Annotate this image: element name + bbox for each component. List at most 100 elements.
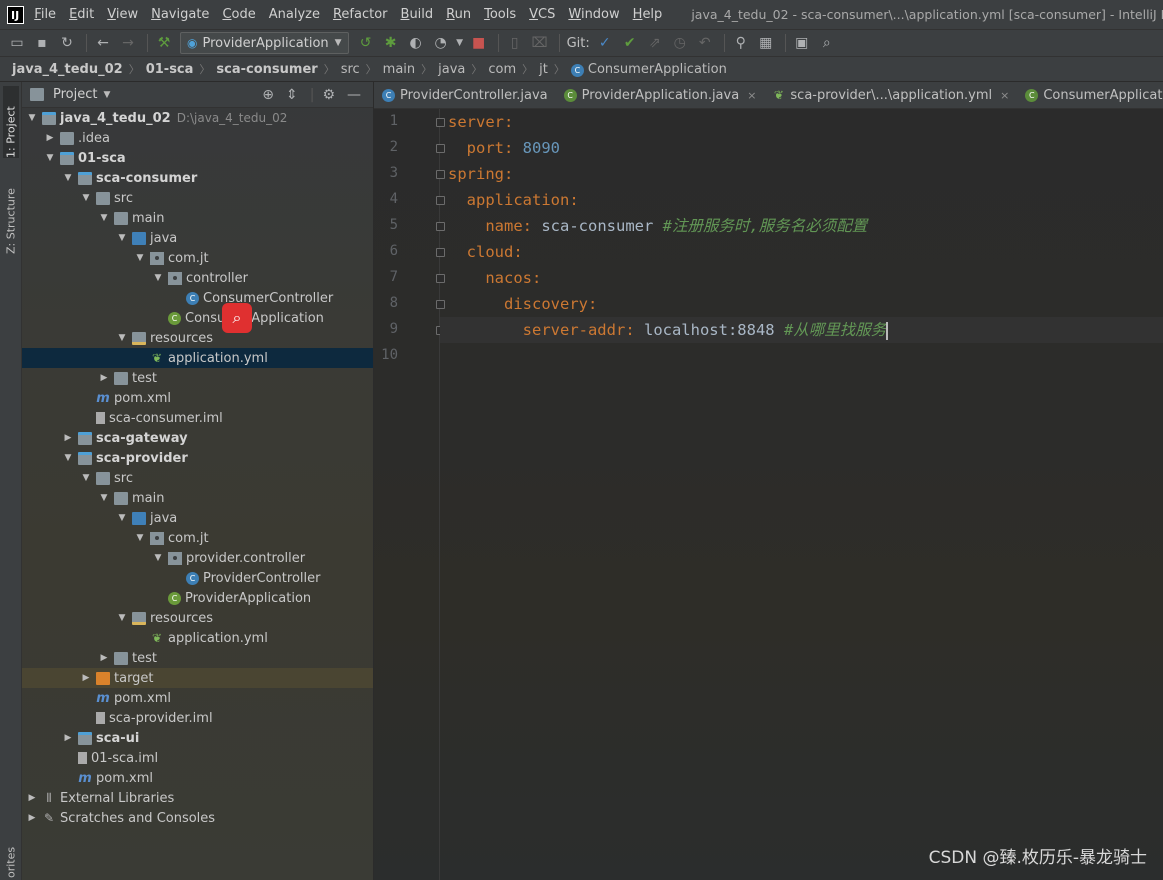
tree-item[interactable]: ▶ sca-gateway — [22, 428, 373, 448]
code-line[interactable]: cloud: — [448, 239, 523, 265]
git-commit-icon[interactable]: ✔ — [619, 33, 641, 53]
project-panel-title[interactable]: Project — [53, 87, 97, 102]
code-line[interactable]: port: 8090 — [448, 135, 560, 161]
expanded-arrow-icon[interactable]: ▼ — [80, 473, 92, 483]
collapsed-arrow-icon[interactable]: ▶ — [26, 793, 38, 803]
gear-icon[interactable]: ⚙ — [322, 87, 335, 103]
search-icon[interactable]: ⌕ — [816, 33, 838, 53]
sync-icon[interactable]: ↻ — [56, 33, 78, 53]
expanded-arrow-icon[interactable]: ▼ — [44, 153, 56, 163]
tree-item[interactable]: ▶mpom.xml — [22, 768, 373, 788]
collapsed-arrow-icon[interactable]: ▶ — [80, 673, 92, 683]
tree-item[interactable]: ▶ test — [22, 368, 373, 388]
tree-item[interactable]: ▶ ⫴ External Libraries — [22, 788, 373, 808]
favorites-tool-tab[interactable]: orites — [3, 842, 19, 878]
editor-tab[interactable]: C ProviderApplication.java × — [556, 82, 765, 108]
breadcrumb-current[interactable]: ConsumerApplication — [588, 62, 727, 77]
attach-debugger-icon[interactable]: ▯ — [504, 33, 526, 53]
hide-panel-icon[interactable]: — — [347, 87, 361, 103]
back-arrow-icon[interactable]: ← — [92, 33, 114, 53]
fold-marker-icon[interactable] — [436, 222, 445, 231]
close-icon[interactable]: × — [747, 89, 756, 102]
menu-item-window[interactable]: Window — [568, 7, 619, 22]
build-hammer-icon[interactable]: ⚒ — [153, 33, 175, 53]
expanded-arrow-icon[interactable]: ▼ — [98, 213, 110, 223]
breadcrumb-item[interactable]: 01-sca — [146, 62, 194, 77]
collapsed-arrow-icon[interactable]: ▶ — [62, 733, 74, 743]
breadcrumb-item[interactable]: java_4_tedu_02 — [12, 62, 123, 77]
collapsed-arrow-icon[interactable]: ▶ — [26, 813, 38, 823]
expanded-arrow-icon[interactable]: ▼ — [116, 613, 128, 623]
collapsed-arrow-icon[interactable]: ▶ — [98, 653, 110, 663]
stop-icon[interactable]: ■ — [468, 33, 490, 53]
fold-marker-icon[interactable] — [436, 248, 445, 257]
code-line[interactable]: nacos: — [448, 265, 541, 291]
expanded-arrow-icon[interactable]: ▼ — [134, 253, 146, 263]
editor-tab[interactable]: C ProviderController.java — [374, 82, 556, 108]
expanded-arrow-icon[interactable]: ▼ — [98, 493, 110, 503]
tree-item[interactable]: ▶CProviderApplication — [22, 588, 373, 608]
code-line[interactable]: application: — [448, 187, 579, 213]
tree-item[interactable]: ▶CConsumerApplication⌕ — [22, 303, 373, 333]
menu-item-run[interactable]: Run — [446, 7, 471, 22]
run-configuration-select[interactable]: ◉ ProviderApplication ▼ — [180, 32, 349, 54]
structure-tool-tab[interactable]: Z: Structure — [3, 172, 19, 254]
collapsed-arrow-icon[interactable]: ▶ — [62, 433, 74, 443]
open-folder-icon[interactable]: ▭ — [6, 33, 28, 53]
tree-item[interactable]: ▼ provider.controller — [22, 548, 373, 568]
tree-item[interactable]: ▶sca-provider.iml — [22, 708, 373, 728]
rerun-icon[interactable]: ↺ — [355, 33, 377, 53]
code-line[interactable]: name: sca-consumer #注册服务时,服务名必须配置 — [448, 213, 867, 239]
code-line[interactable]: spring: — [448, 161, 513, 187]
tree-item[interactable]: ▼ controller — [22, 268, 373, 288]
save-icon[interactable]: ▪ — [31, 33, 53, 53]
menu-item-file[interactable]: File — [34, 7, 56, 22]
coverage-disabled-icon[interactable]: ⌧ — [529, 33, 551, 53]
coverage-shield-icon[interactable]: ◐ — [405, 33, 427, 53]
collapse-all-icon[interactable]: ⇕ — [286, 87, 298, 103]
code-line[interactable]: server-addr: localhost:8848 #从哪里找服务 — [440, 317, 1163, 343]
menu-item-refactor[interactable]: Refactor — [333, 7, 388, 22]
tree-item[interactable]: ▼ resources — [22, 328, 373, 348]
git-rollback-icon[interactable]: ↶ — [694, 33, 716, 53]
close-icon[interactable]: × — [1000, 89, 1009, 102]
menu-item-tools[interactable]: Tools — [484, 7, 516, 22]
tree-item[interactable]: ▶❦application.yml — [22, 628, 373, 648]
tree-item[interactable]: ▼ src — [22, 188, 373, 208]
editor-tab[interactable]: C ConsumerApplication.java — [1017, 82, 1163, 108]
tree-item[interactable]: ▼ sca-consumer — [22, 168, 373, 188]
expanded-arrow-icon[interactable]: ▼ — [26, 113, 38, 123]
tree-item[interactable]: ▶01-sca.iml — [22, 748, 373, 768]
tree-item[interactable]: ▼ sca-provider — [22, 448, 373, 468]
tree-item[interactable]: ▼ main — [22, 208, 373, 228]
tree-item[interactable]: ▼ java — [22, 508, 373, 528]
expanded-arrow-icon[interactable]: ▼ — [116, 233, 128, 243]
menu-item-navigate[interactable]: Navigate — [151, 7, 209, 22]
git-update-icon[interactable]: ✓ — [594, 33, 616, 53]
tree-item[interactable]: ▶mpom.xml — [22, 688, 373, 708]
locate-target-icon[interactable]: ⊕ — [262, 87, 274, 103]
expanded-arrow-icon[interactable]: ▼ — [152, 553, 164, 563]
expanded-arrow-icon[interactable]: ▼ — [152, 273, 164, 283]
settings-wrench-icon[interactable]: ⚲ — [730, 33, 752, 53]
tree-item[interactable]: ▼ resources — [22, 608, 373, 628]
fold-marker-icon[interactable] — [436, 170, 445, 179]
breadcrumb-item[interactable]: java — [438, 62, 465, 77]
tree-item[interactable]: ▼ main — [22, 488, 373, 508]
tree-item[interactable]: ▼ com.jt — [22, 528, 373, 548]
tree-item[interactable]: ▶sca-consumer.iml — [22, 408, 373, 428]
fold-marker-icon[interactable] — [436, 274, 445, 283]
breadcrumb-item[interactable]: sca-consumer — [216, 62, 317, 77]
fold-marker-icon[interactable] — [436, 118, 445, 127]
tree-item[interactable]: ▶CConsumerController — [22, 288, 373, 308]
tree-item[interactable]: ▼ java — [22, 228, 373, 248]
code-line[interactable]: server: — [448, 109, 513, 135]
tree-item[interactable]: ▼ 01-sca — [22, 148, 373, 168]
collapsed-arrow-icon[interactable]: ▶ — [98, 373, 110, 383]
tree-item[interactable]: ▼ src — [22, 468, 373, 488]
presentation-icon[interactable]: ▣ — [791, 33, 813, 53]
more-run-chevron-icon[interactable]: ▼ — [455, 33, 465, 53]
breadcrumb-item[interactable]: jt — [539, 62, 548, 77]
code-editor[interactable]: 1 2 3 4 5 6 7 8 9 10 server: port: 8090 spring: ap… — [374, 109, 1163, 880]
editor-tab[interactable]: ❦ sca-provider\...\application.yml × — [764, 82, 1017, 108]
